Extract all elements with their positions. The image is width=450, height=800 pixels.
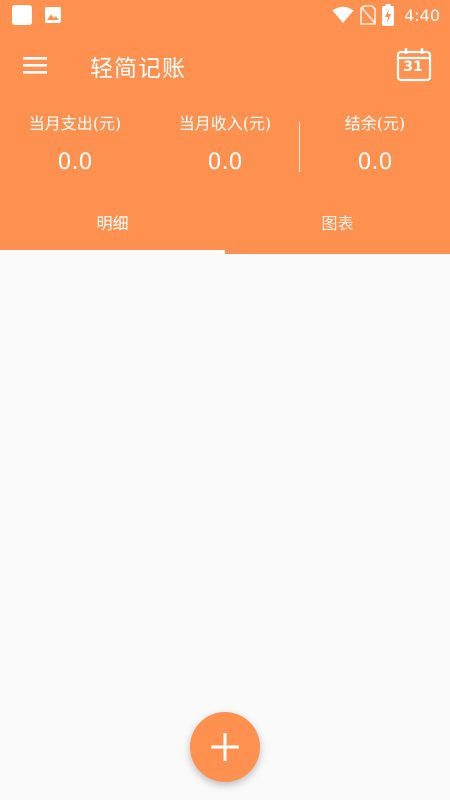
no-sim-icon: [360, 5, 376, 25]
summary-expense: 当月支出(元) 0.0: [0, 110, 150, 175]
monthly-summary: 当月支出(元) 0.0 当月收入(元) 0.0 结余(元) 0.0: [0, 110, 450, 190]
summary-balance: 结余(元) 0.0: [300, 110, 450, 175]
balance-value: 0.0: [357, 150, 393, 175]
calendar-day-number: 31: [403, 59, 423, 75]
menu-icon: [23, 57, 47, 74]
plus-icon: [211, 733, 239, 761]
status-bar-left: [12, 5, 62, 25]
add-record-button[interactable]: [190, 712, 260, 782]
wifi-icon: [332, 6, 354, 23]
income-label: 当月收入(元): [178, 114, 272, 133]
app-title: 轻简记账: [90, 56, 186, 82]
summary-income: 当月收入(元) 0.0: [150, 110, 300, 175]
image-icon: [45, 7, 61, 23]
menu-button[interactable]: [18, 50, 52, 80]
app-screen: 4:40 轻简记账 31 当月支出(元) 0.0 当月收入(元) 0.0 结余(…: [0, 0, 450, 800]
status-bar: 4:40: [0, 0, 450, 32]
calendar-button[interactable]: 31: [396, 47, 434, 85]
tab-charts[interactable]: 图表: [225, 200, 450, 254]
income-value: 0.0: [207, 150, 243, 175]
battery-charging-icon: [382, 4, 395, 26]
expense-label: 当月支出(元): [28, 114, 122, 133]
expense-value: 0.0: [57, 150, 93, 175]
app-notification-icon: [12, 5, 32, 25]
balance-label: 结余(元): [344, 114, 406, 133]
header: 4:40 轻简记账 31 当月支出(元) 0.0 当月收入(元) 0.0 结余(…: [0, 0, 450, 254]
status-time: 4:40: [404, 5, 440, 25]
status-bar-right: 4:40: [332, 4, 440, 26]
tab-details[interactable]: 明细: [0, 200, 225, 254]
tab-bar: 明细 图表: [0, 200, 450, 254]
